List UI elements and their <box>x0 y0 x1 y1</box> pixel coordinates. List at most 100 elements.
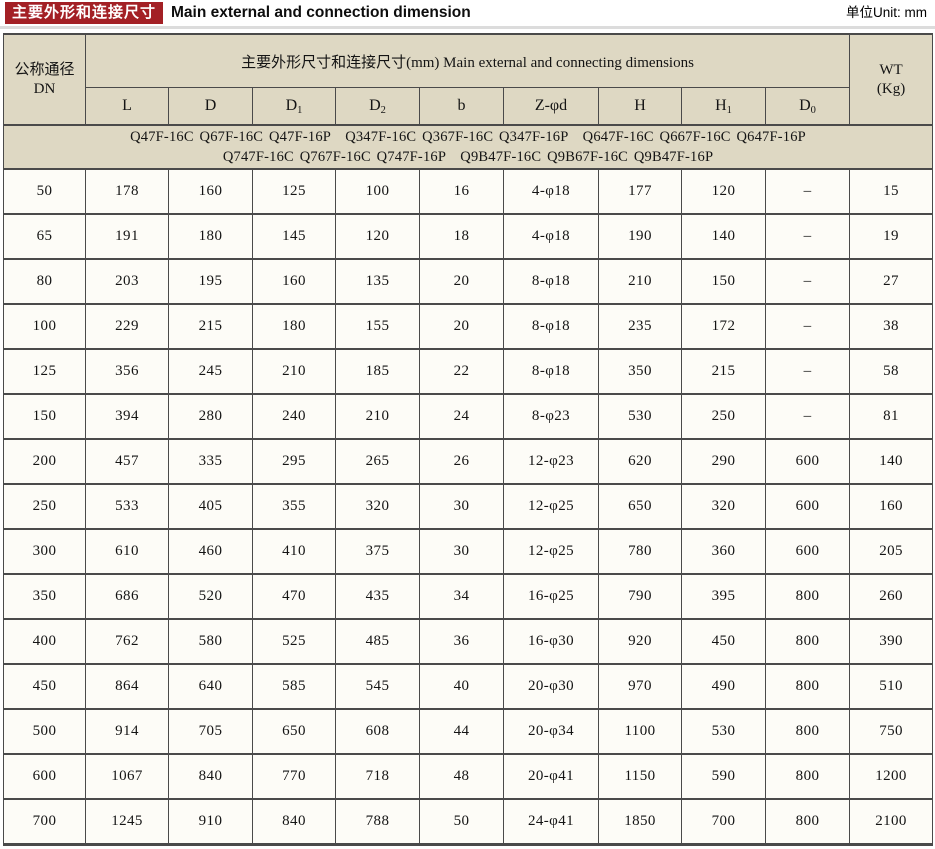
cell-value: 585 <box>253 664 336 709</box>
cell-value: 2100 <box>850 799 933 845</box>
cell-value: 20 <box>420 304 504 349</box>
col-header-dimensions-span: 主要外形尺寸和连接尺寸(mm) Main external and connec… <box>86 34 850 88</box>
cell-value: 180 <box>253 304 336 349</box>
cell-value: 1850 <box>599 799 682 845</box>
cell-value: 1245 <box>86 799 169 845</box>
cell-value: 140 <box>850 439 933 484</box>
col-header-l: L <box>86 88 169 126</box>
cell-value: 910 <box>169 799 253 845</box>
col-header-base: L <box>122 97 132 114</box>
cell-value: 580 <box>169 619 253 664</box>
cell-value: – <box>766 259 850 304</box>
cell-value: 590 <box>682 754 766 799</box>
cell-value: 40 <box>420 664 504 709</box>
cell-value: 36 <box>420 619 504 664</box>
col-header-base: H <box>715 97 727 114</box>
table-row: 125356245210185228-φ18350215–58 <box>4 349 933 394</box>
table-row: 50178160125100164-φ18177120–15 <box>4 169 933 214</box>
cell-value: 16-φ25 <box>504 574 599 619</box>
cell-value: 100 <box>336 169 420 214</box>
cell-value: 410 <box>253 529 336 574</box>
col-header-dn: 公称通径 DN <box>4 34 86 125</box>
cell-value: 30 <box>420 484 504 529</box>
col-header-base: D <box>286 97 298 114</box>
title-bar: 主要外形和连接尺寸 Main external and connection di… <box>0 0 935 29</box>
cell-value: 145 <box>253 214 336 259</box>
col-header-base: H <box>634 97 646 114</box>
cell-value: 450 <box>682 619 766 664</box>
cell-dn: 65 <box>4 214 86 259</box>
cell-value: 970 <box>599 664 682 709</box>
cell-value: 395 <box>682 574 766 619</box>
cell-value: – <box>766 214 850 259</box>
cell-value: 8-φ18 <box>504 304 599 349</box>
cell-value: 265 <box>336 439 420 484</box>
cell-dn: 600 <box>4 754 86 799</box>
cell-value: 240 <box>253 394 336 439</box>
cell-value: 235 <box>599 304 682 349</box>
col-header-dn-cn: 公称通径 <box>4 61 85 80</box>
cell-value: 18 <box>420 214 504 259</box>
cell-value: 180 <box>169 214 253 259</box>
table-row: 3506865204704353416-φ25790395800260 <box>4 574 933 619</box>
page-title: Main external and connection dimension <box>171 4 471 21</box>
cell-value: 44 <box>420 709 504 754</box>
cell-value: 24 <box>420 394 504 439</box>
col-header-base: D <box>799 97 811 114</box>
cell-value: 390 <box>850 619 933 664</box>
cell-value: 20 <box>420 259 504 304</box>
cell-value: 788 <box>336 799 420 845</box>
cell-value: 120 <box>682 169 766 214</box>
cell-value: 840 <box>169 754 253 799</box>
col-header-h1: H1 <box>682 88 766 126</box>
cell-value: 335 <box>169 439 253 484</box>
cell-value: – <box>766 394 850 439</box>
page: 主要外形和连接尺寸 Main external and connection di… <box>0 0 935 849</box>
col-header-d1: D1 <box>253 88 336 126</box>
table-row: 65191180145120184-φ18190140–19 <box>4 214 933 259</box>
col-header-h: H <box>599 88 682 126</box>
col-header-d2: D2 <box>336 88 420 126</box>
col-header-base: Z-φd <box>535 97 567 114</box>
cell-value: 320 <box>336 484 420 529</box>
title-badge-cn: 主要外形和连接尺寸 <box>5 2 163 24</box>
cell-value: 203 <box>86 259 169 304</box>
cell-value: 8-φ23 <box>504 394 599 439</box>
col-header-b: b <box>420 88 504 126</box>
cell-dn: 700 <box>4 799 86 845</box>
cell-value: 525 <box>253 619 336 664</box>
table-row: 5009147056506084420-φ341100530800750 <box>4 709 933 754</box>
cell-value: 686 <box>86 574 169 619</box>
cell-dn: 350 <box>4 574 86 619</box>
cell-value: 320 <box>682 484 766 529</box>
cell-value: 8-φ18 <box>504 349 599 394</box>
cell-value: 460 <box>169 529 253 574</box>
cell-value: 360 <box>682 529 766 574</box>
table-row: 60010678407707184820-φ4111505908001200 <box>4 754 933 799</box>
table-row: 3006104604103753012-φ25780360600205 <box>4 529 933 574</box>
cell-value: 864 <box>86 664 169 709</box>
col-header-d: D <box>169 88 253 126</box>
cell-value: 650 <box>599 484 682 529</box>
cell-value: 172 <box>682 304 766 349</box>
cell-value: 120 <box>336 214 420 259</box>
cell-value: 50 <box>420 799 504 845</box>
cell-value: 160 <box>169 169 253 214</box>
cell-value: – <box>766 349 850 394</box>
cell-value: 195 <box>169 259 253 304</box>
cell-value: 375 <box>336 529 420 574</box>
col-header-subscript: 0 <box>811 105 816 116</box>
cell-value: 245 <box>169 349 253 394</box>
cell-value: 191 <box>86 214 169 259</box>
cell-value: 600 <box>766 439 850 484</box>
cell-value: 280 <box>169 394 253 439</box>
cell-value: 16 <box>420 169 504 214</box>
cell-dn: 250 <box>4 484 86 529</box>
cell-value: 485 <box>336 619 420 664</box>
cell-value: 48 <box>420 754 504 799</box>
cell-value: 185 <box>336 349 420 394</box>
col-header-dn-en: DN <box>4 80 85 99</box>
table-row: 70012459108407885024-φ4118507008002100 <box>4 799 933 845</box>
cell-dn: 80 <box>4 259 86 304</box>
cell-value: 914 <box>86 709 169 754</box>
